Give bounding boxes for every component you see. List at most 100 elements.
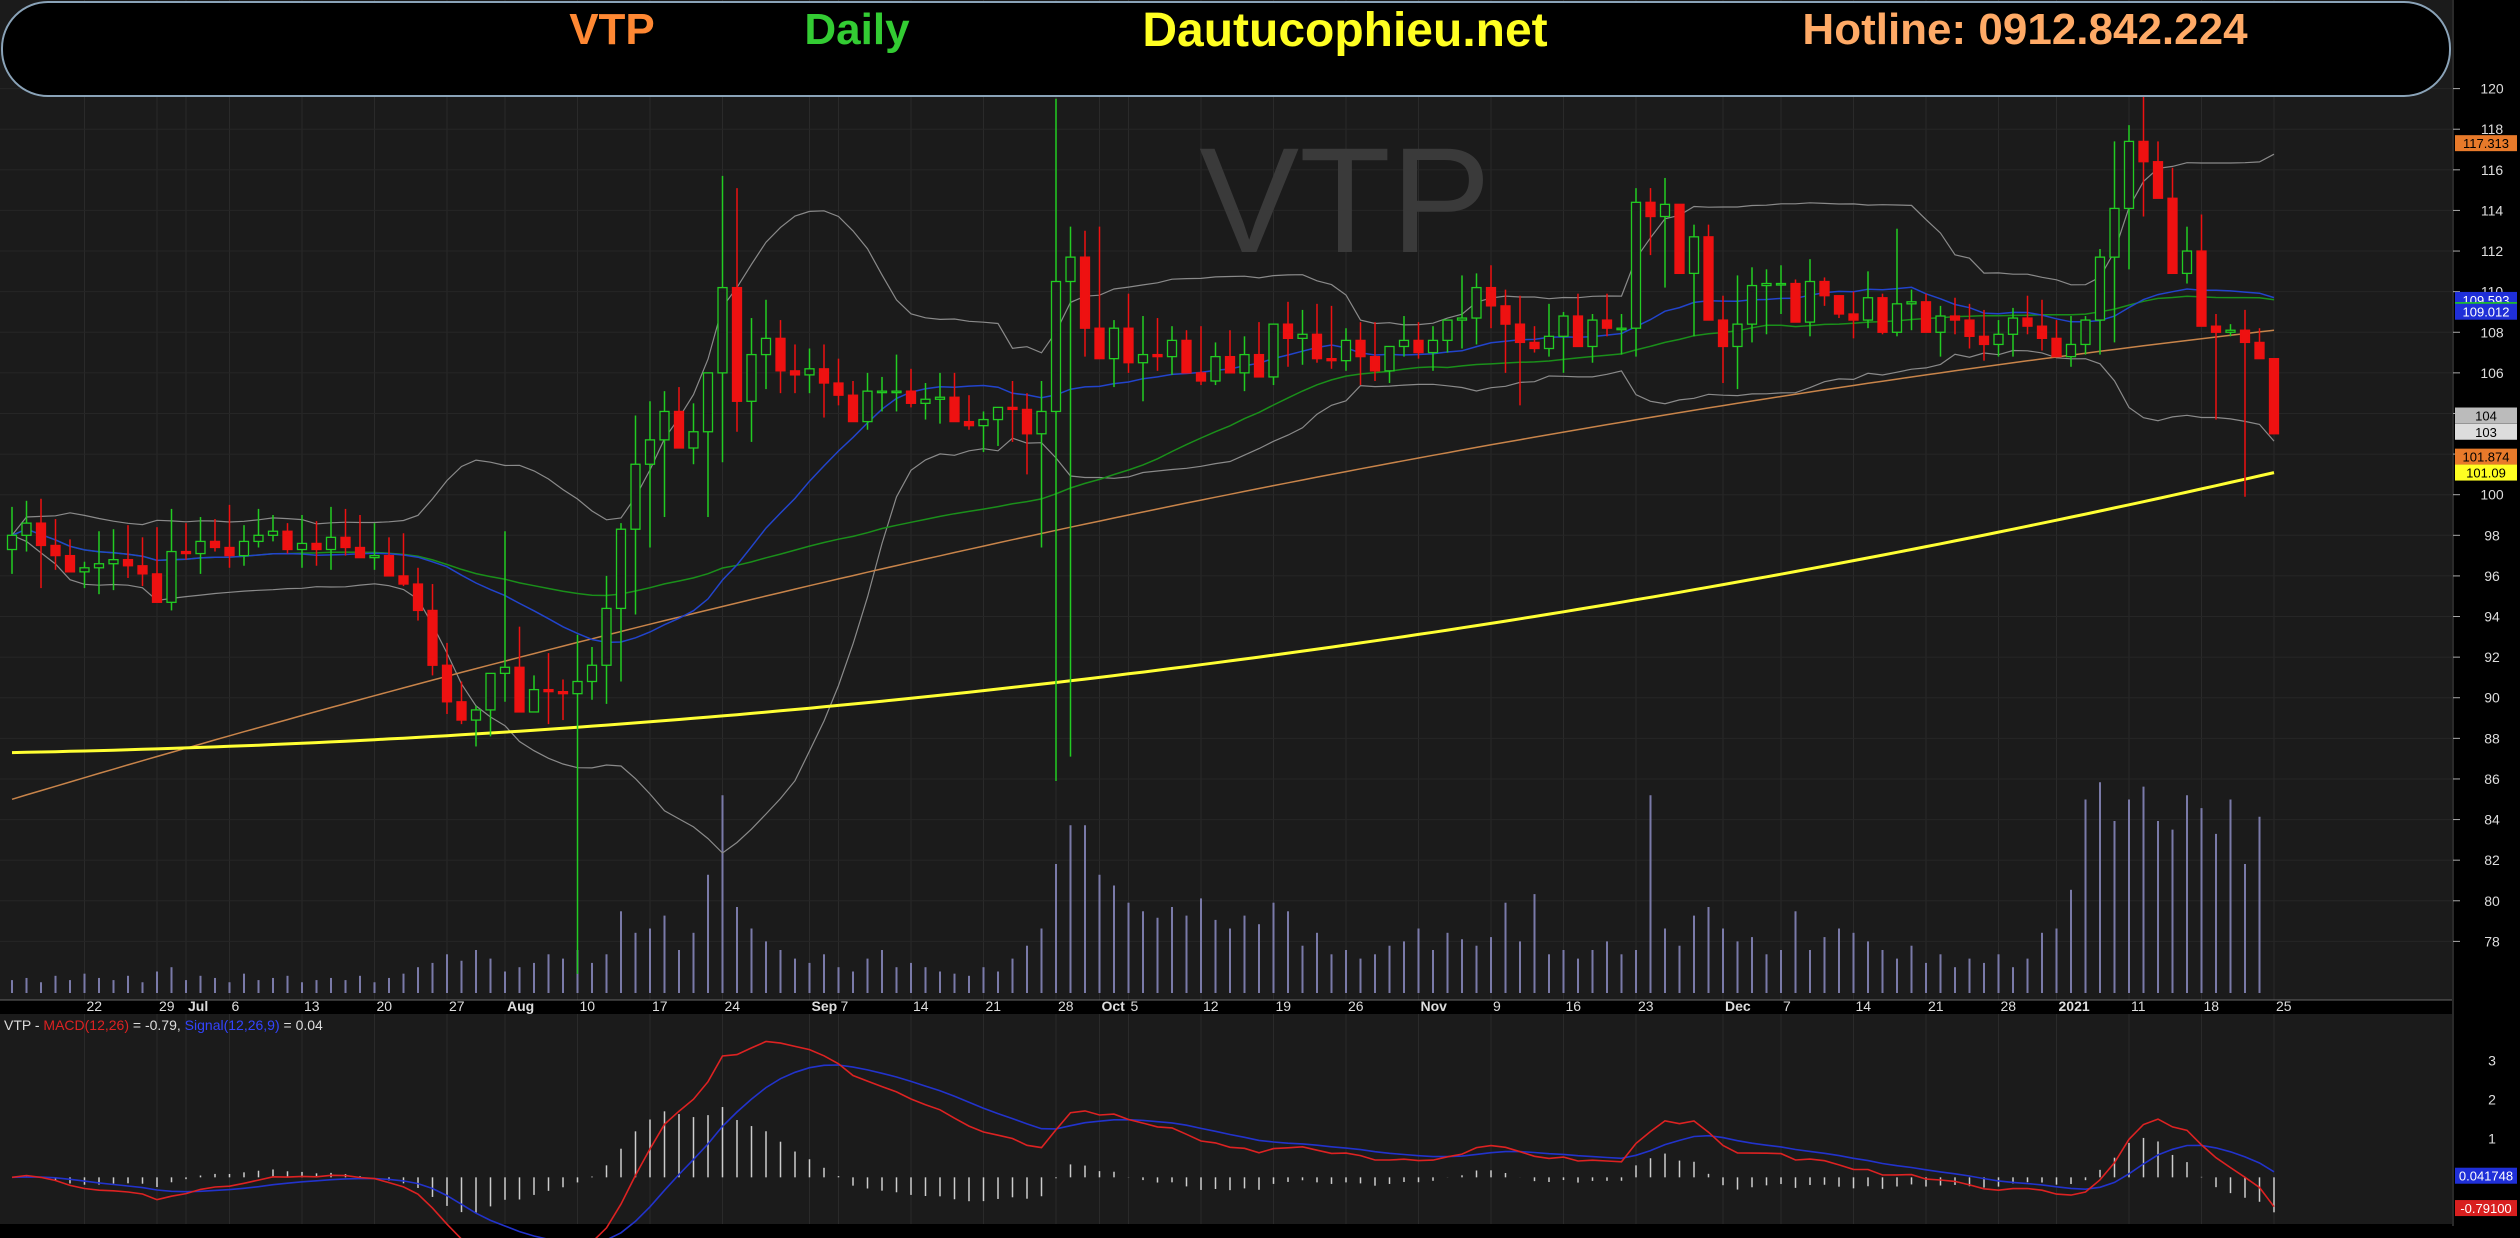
candle-body	[2109, 207, 2120, 258]
candle-body	[543, 688, 554, 693]
candle-body	[2268, 358, 2280, 435]
candle-body	[1456, 317, 1468, 321]
x-tick-label: Sep	[812, 998, 838, 1014]
y-tick-label: 80	[2484, 893, 2500, 909]
price-marker: 117.313	[2463, 136, 2509, 151]
candle-body	[1152, 353, 1163, 358]
y-tick-label: 88	[2484, 730, 2500, 746]
candle-body	[688, 431, 699, 449]
candle-body	[2210, 325, 2222, 333]
candle-body	[1775, 282, 1787, 286]
y-tick-label: 116	[2481, 162, 2504, 178]
price-marker: 101.09	[2466, 466, 2506, 481]
candle-body	[1485, 286, 1497, 307]
candle-body	[1920, 301, 1932, 333]
y-tick-label: 94	[2484, 609, 2500, 625]
candle-body	[1297, 333, 1308, 340]
candle-body	[369, 554, 380, 559]
y-tick-label: 90	[2484, 690, 2500, 706]
candle-body	[1340, 339, 1352, 362]
candle-body	[934, 396, 946, 400]
x-tick-label: 22	[87, 998, 103, 1014]
candle-body	[2254, 341, 2265, 360]
header-hotline: Hotline: 0912.842.224	[1802, 5, 2248, 54]
x-tick-label: 18	[2204, 998, 2220, 1014]
candle-body	[1398, 339, 1410, 348]
macd-y-tick-label: 3	[2488, 1053, 2496, 1069]
macd-legend: VTP - MACD(12,26) = -0.79, Signal(12,26,…	[4, 1017, 323, 1033]
candle-body	[398, 575, 409, 585]
candle-body	[731, 286, 743, 402]
macd-marker: -0.79100	[2460, 1201, 2511, 1216]
candle-body	[441, 664, 453, 703]
candle-body	[1036, 410, 1047, 435]
signal-legend-value: = 0.04	[280, 1017, 323, 1033]
price-marker: 101.874	[2463, 450, 2510, 465]
candle-body	[1732, 323, 1743, 348]
candle-body	[1819, 280, 1830, 297]
candle-body	[1500, 305, 1511, 325]
candle-body	[1253, 353, 1265, 378]
candle-body	[1239, 353, 1250, 374]
candle-body	[992, 406, 1004, 421]
y-tick-label: 114	[2481, 202, 2504, 218]
candle-body	[1021, 408, 1033, 435]
y-tick-label: 92	[2484, 649, 2500, 665]
candle-body	[1877, 297, 1888, 333]
x-tick-label: 10	[580, 998, 596, 1014]
candle-body	[1050, 280, 1062, 413]
x-tick-label: 7	[1783, 998, 1791, 1014]
candle-body	[325, 536, 337, 551]
candle-body	[572, 680, 583, 695]
candle-body	[760, 337, 772, 356]
price-marker: 109.012	[2463, 305, 2510, 320]
x-tick-label: 5	[1131, 998, 1139, 1014]
x-tick-label: 16	[1566, 998, 1582, 1014]
x-tick-label: 11	[2131, 998, 2146, 1014]
candle-body	[775, 337, 786, 372]
candle-body	[282, 530, 293, 551]
candle-body	[1790, 282, 1801, 323]
candle-body	[876, 390, 888, 394]
x-tick-label: 21	[1928, 998, 1944, 1014]
candle-body	[659, 410, 670, 441]
stock-chart: VTP 788082848688909294969810010210410610…	[0, 0, 2520, 1238]
candle-body	[296, 542, 308, 551]
candle-body	[1833, 295, 1845, 315]
candle-body	[905, 390, 917, 404]
candle-body	[2094, 256, 2106, 321]
candle-body	[238, 540, 250, 557]
candle-body	[1311, 333, 1323, 360]
candle-body	[1514, 323, 1526, 344]
candle	[2268, 358, 2280, 435]
candle-body	[514, 666, 525, 713]
x-tick-label: 13	[304, 998, 320, 1014]
candle-body	[1978, 335, 1990, 346]
candle-body	[1558, 315, 1569, 337]
candle	[1268, 323, 1279, 386]
candle-body	[1688, 236, 1700, 275]
candle-body	[2239, 329, 2251, 344]
x-tick-label: Oct	[1102, 998, 1126, 1014]
x-tick-label: Dec	[1725, 998, 1751, 1014]
candle-body	[1935, 315, 1946, 333]
candle-body	[1442, 319, 1453, 342]
header-site: Dautucophieu.net	[1142, 4, 1547, 57]
candle-body	[746, 353, 757, 402]
candle-body	[151, 573, 163, 603]
x-tick-label: 21	[986, 998, 1002, 1014]
candle-body	[1007, 406, 1018, 411]
y-tick-label: 120	[2480, 81, 2504, 97]
candle-body	[1427, 339, 1439, 354]
candle-body	[1601, 319, 1613, 329]
header-period: Daily	[804, 5, 910, 54]
candle	[1703, 224, 1714, 321]
candle-body	[2007, 317, 2019, 335]
candle-body	[1471, 286, 1482, 319]
candle-body	[891, 390, 902, 394]
candle-body	[963, 420, 975, 427]
candle-body	[862, 390, 873, 423]
candle-body	[1746, 284, 1758, 325]
y-tick-label: 82	[2484, 852, 2500, 868]
candle-body	[1166, 339, 1178, 358]
